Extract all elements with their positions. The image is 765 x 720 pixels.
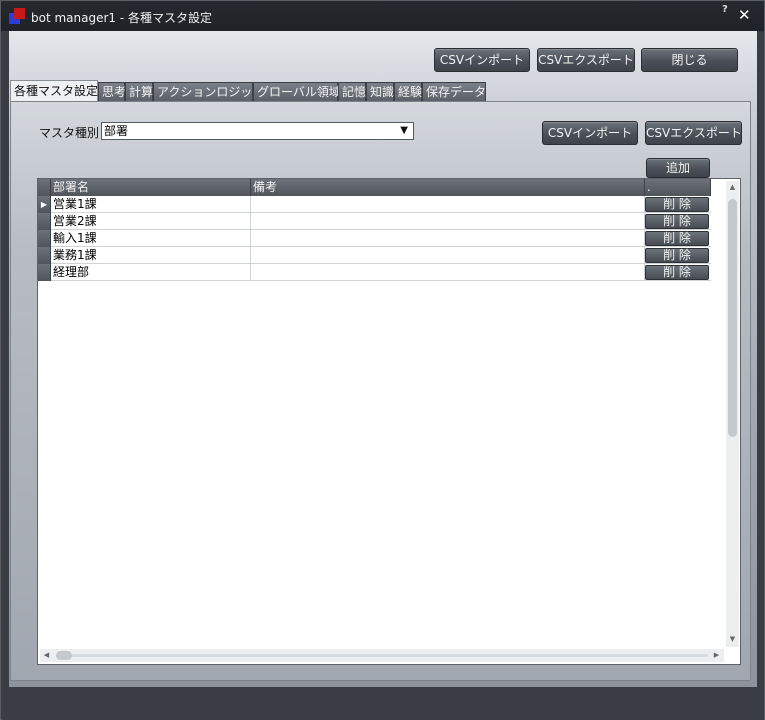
tab-action-logic[interactable]: アクションロジック (153, 82, 264, 101)
note-cell[interactable] (251, 247, 645, 264)
delete-button[interactable]: 削 除 (645, 197, 709, 212)
app-logo-icon (9, 8, 25, 24)
tab-knowledge[interactable]: 知識 (366, 82, 394, 101)
csv-import-button[interactable]: CSVインポート (434, 48, 530, 72)
grid-header-row: 部署名 備考 . (38, 179, 711, 196)
column-header-action[interactable]: . (645, 179, 711, 196)
current-row-indicator-icon[interactable]: ▶ (38, 196, 51, 213)
scroll-up-icon[interactable]: ▲ (726, 183, 739, 191)
delete-button[interactable]: 削 除 (645, 265, 709, 280)
tab-master-settings[interactable]: 各種マスタ設定 (10, 80, 98, 101)
master-type-select[interactable]: 部署 ▼ (101, 122, 414, 140)
status-strip (2, 687, 764, 720)
tab-calculation[interactable]: 計算 (125, 82, 153, 101)
table-row[interactable]: 経理部 削 除 (38, 264, 711, 281)
department-name-cell[interactable]: 営業2課 (51, 213, 251, 230)
tab-saved-data[interactable]: 保存データ (422, 82, 486, 101)
horizontal-scroll-track[interactable] (56, 654, 708, 657)
tab-global-area[interactable]: グローバル領域 (253, 82, 341, 101)
vertical-scrollbar[interactable]: ▲ ▼ (726, 181, 739, 647)
department-name-cell[interactable]: 輸入1課 (51, 230, 251, 247)
department-name-cell[interactable]: 営業1課 (51, 196, 251, 213)
table-row[interactable]: 輸入1課 削 除 (38, 230, 711, 247)
department-name-cell[interactable]: 経理部 (51, 264, 251, 281)
row-header[interactable] (38, 213, 51, 230)
note-cell[interactable] (251, 230, 645, 247)
window-title: bot manager1 - 各種マスタ設定 (31, 11, 213, 25)
scroll-left-icon[interactable]: ◀ (40, 651, 53, 659)
column-header-department[interactable]: 部署名 (51, 179, 251, 196)
row-header[interactable] (38, 264, 51, 281)
horizontal-scroll-thumb[interactable] (56, 651, 72, 660)
close-button[interactable]: 閉じる (641, 48, 738, 72)
note-cell[interactable] (251, 196, 645, 213)
app-window: bot manager1 - 各種マスタ設定 ? ✕ CSVインポート CSVエ… (0, 0, 765, 720)
chevron-down-icon[interactable]: ▼ (400, 123, 408, 139)
master-type-label: マスタ種別 (39, 126, 100, 140)
delete-button[interactable]: 削 除 (645, 214, 709, 229)
delete-button[interactable]: 削 除 (645, 231, 709, 246)
note-cell[interactable] (251, 213, 645, 230)
scroll-down-icon[interactable]: ▼ (726, 635, 739, 643)
tab-thinking[interactable]: 思考 (98, 82, 126, 101)
row-header[interactable] (38, 230, 51, 247)
row-header[interactable] (38, 247, 51, 264)
table-row[interactable]: ▶ 営業1課 削 除 (38, 196, 711, 213)
tab-experience[interactable]: 経験 (394, 82, 422, 101)
column-header-note[interactable]: 備考 (251, 179, 645, 196)
help-icon[interactable]: ? (722, 4, 728, 15)
scroll-right-icon[interactable]: ▶ (710, 651, 723, 659)
table-row[interactable]: 営業2課 削 除 (38, 213, 711, 230)
vertical-scroll-thumb[interactable] (728, 199, 737, 437)
note-cell[interactable] (251, 264, 645, 281)
csv-export-button[interactable]: CSVエクスポート (537, 48, 635, 72)
table-row[interactable]: 業務1課 削 除 (38, 247, 711, 264)
horizontal-scrollbar[interactable]: ◀ ▶ (40, 649, 724, 662)
header-corner (38, 179, 51, 196)
delete-button[interactable]: 削 除 (645, 248, 709, 263)
tab-memory[interactable]: 記憶 (338, 82, 366, 101)
master-data-grid: 部署名 備考 . ▶ 営業1課 削 除 営業2課 削 除 輸入1課 削 除 業務… (37, 178, 741, 665)
title-bar[interactable]: bot manager1 - 各種マスタ設定 ? ✕ (1, 1, 764, 31)
close-window-icon[interactable]: ✕ (738, 7, 751, 23)
master-csv-import-button[interactable]: CSVインポート (542, 121, 638, 145)
department-name-cell[interactable]: 業務1課 (51, 247, 251, 264)
master-csv-export-button[interactable]: CSVエクスポート (645, 121, 742, 145)
master-type-value: 部署 (104, 124, 129, 138)
add-button[interactable]: 追加 (646, 158, 710, 178)
